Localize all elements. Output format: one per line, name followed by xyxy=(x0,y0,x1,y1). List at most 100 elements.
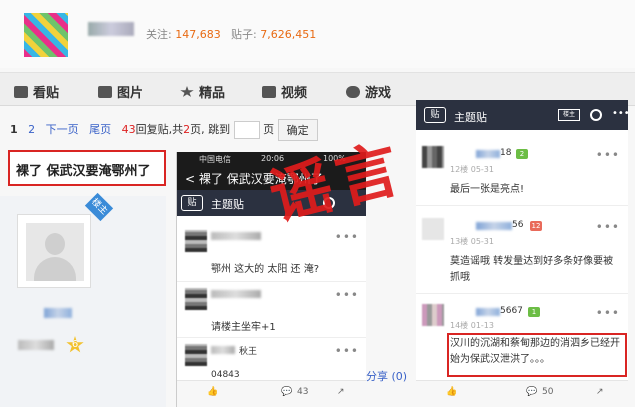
avatar[interactable] xyxy=(185,230,207,252)
post-text: 04843 xyxy=(211,370,240,380)
level-badge: 1 xyxy=(528,307,540,317)
tab-kantie[interactable]: 看贴 xyxy=(14,82,59,101)
avatar[interactable] xyxy=(17,214,91,288)
post-meta: 12楼 05-31 xyxy=(450,164,494,175)
forum-header: 关注: 147,683 贴子: 7,626,451 xyxy=(0,0,635,68)
share-icon[interactable]: ↗ xyxy=(596,387,604,397)
post-text: 请楼主坐牢+1 xyxy=(211,322,276,333)
post-time: 01-13 xyxy=(470,321,494,330)
user-name: 56 xyxy=(512,220,524,230)
user-name: 秋王 xyxy=(239,347,258,357)
more-icon[interactable]: ••• xyxy=(612,108,628,119)
list-item: ••• 请楼主坐牢+1 xyxy=(177,282,366,338)
list-item: 18 2 12楼 05-31 ••• 最后一张是亮点! xyxy=(416,144,628,206)
floor-number: 12楼 xyxy=(450,165,469,174)
gamepad-icon xyxy=(346,86,360,98)
tab-label: 游戏 xyxy=(365,86,392,101)
more-icon[interactable]: ••• xyxy=(335,288,359,302)
like-icon[interactable]: 👍 xyxy=(446,387,457,397)
user-name-blurred xyxy=(476,150,500,158)
reply-count: 50 xyxy=(542,387,554,397)
post-text: 最后一张是亮点! xyxy=(450,184,525,195)
comment-icon[interactable]: 💬 xyxy=(526,387,537,397)
reply-count: 43 xyxy=(297,387,309,397)
post-text: 鄂州 这大的 太阳 还 淹? xyxy=(211,264,320,275)
phone-footer: 👍 💬 43 ↗ xyxy=(177,380,366,407)
share-icon[interactable]: ↗ xyxy=(337,387,345,397)
page-unit: 页 xyxy=(263,123,275,136)
posts-count: 7,626,451 xyxy=(260,28,317,41)
reply-text: 回复贴,共 xyxy=(135,123,184,136)
tab-pictures[interactable]: 图片 xyxy=(98,82,143,101)
user-name-blurred xyxy=(211,290,261,298)
tab-label: 看贴 xyxy=(33,86,60,101)
image-icon xyxy=(98,86,112,98)
video-icon xyxy=(262,86,276,98)
user-name-blurred xyxy=(211,232,261,240)
jump-page-input[interactable] xyxy=(233,121,260,139)
tab-featured[interactable]: 精品 xyxy=(180,82,225,101)
author-name-blurred[interactable] xyxy=(44,308,72,318)
user-name: 18 xyxy=(500,148,512,158)
following-label: 关注: xyxy=(146,28,172,41)
more-icon[interactable]: ••• xyxy=(596,306,620,320)
list-icon xyxy=(14,86,28,98)
forum-logo[interactable] xyxy=(24,13,68,57)
level-badge: 2 xyxy=(516,149,528,159)
default-avatar-icon xyxy=(26,223,84,281)
owner-only-toggle[interactable]: 楼主 xyxy=(558,109,580,121)
avatar[interactable] xyxy=(185,288,207,310)
floor-number: 14楼 xyxy=(450,321,469,330)
post-time: 05-31 xyxy=(470,237,494,246)
floor-number: 13楼 xyxy=(450,237,469,246)
post-meta: 13楼 05-31 xyxy=(450,236,494,247)
search-icon[interactable] xyxy=(590,109,602,121)
avatar[interactable] xyxy=(422,304,444,326)
list-item: 秋王 ••• 04843 xyxy=(177,338,366,382)
more-icon[interactable]: ••• xyxy=(596,220,620,234)
next-page-link[interactable]: 下一页 xyxy=(46,123,79,136)
carrier: 中国电信 xyxy=(199,155,231,164)
tab-label: 图片 xyxy=(117,86,144,101)
author-rank-blurred xyxy=(18,340,54,350)
level-badge: 12 xyxy=(530,221,542,231)
star-icon xyxy=(180,86,194,97)
page: 关注: 147,683 贴子: 7,626,451 看贴 图片 精品 视频 游戏… xyxy=(0,0,635,407)
thread-title: 裸了 保武汉要淹鄂州了 xyxy=(8,150,166,186)
tieba-logo-icon[interactable]: 贴 xyxy=(181,195,203,211)
phone-footer: 👍 💬 50 ↗ xyxy=(416,380,628,407)
more-icon[interactable]: ••• xyxy=(335,344,359,358)
avatar[interactable] xyxy=(422,146,444,168)
tab-video[interactable]: 视频 xyxy=(262,82,307,101)
page-1: 1 xyxy=(10,123,18,136)
pagination: 1 2 下一页 尾页 43回复贴,共2页, 跳到 页 确定 xyxy=(10,119,318,141)
posts-stat: 贴子: 7,626,451 xyxy=(231,26,316,42)
tab-label: 视频 xyxy=(281,86,308,101)
avatar[interactable] xyxy=(185,344,207,366)
tieba-logo-icon[interactable]: 贴 xyxy=(424,107,446,123)
highlight-box xyxy=(447,333,627,377)
following-count: 147,683 xyxy=(175,28,221,41)
more-icon[interactable]: ••• xyxy=(596,148,620,162)
post-text: 莫造谣哦 转发量达到好多条好像要被抓哦 xyxy=(450,256,614,283)
user-name-blurred xyxy=(211,346,235,354)
user-name: 5667 xyxy=(500,306,523,316)
posts-label: 贴子: xyxy=(231,28,257,41)
following-stat: 关注: 147,683 xyxy=(146,26,221,42)
user-name-blurred xyxy=(476,308,500,316)
share-button[interactable]: 分享 (0) xyxy=(366,368,407,384)
post-meta: 14楼 01-13 xyxy=(450,320,494,331)
tab-games[interactable]: 游戏 xyxy=(346,82,391,101)
user-name-blurred xyxy=(476,222,512,230)
phone-topbar: 贴 主题贴 楼主 ••• xyxy=(416,100,628,130)
post-time: 05-31 xyxy=(470,165,494,174)
page-2-link[interactable]: 2 xyxy=(28,123,35,136)
last-page-link[interactable]: 尾页 xyxy=(89,123,111,136)
topbar-title: 主题贴 xyxy=(211,198,244,211)
reply-count: 43 xyxy=(121,123,136,136)
comment-icon[interactable]: 💬 xyxy=(281,387,292,397)
like-icon[interactable]: 👍 xyxy=(207,387,218,397)
topbar-title: 主题贴 xyxy=(454,111,487,124)
tab-label: 精品 xyxy=(199,86,226,101)
pages-suffix: 页, 跳到 xyxy=(190,123,231,136)
